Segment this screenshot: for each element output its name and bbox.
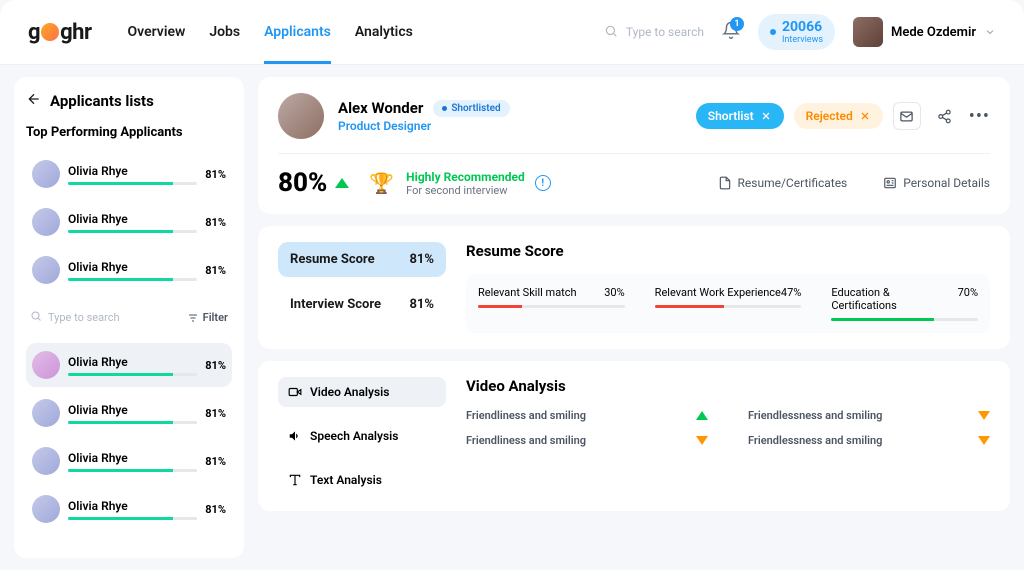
nav-applicants[interactable]: Applicants [264,18,331,46]
chevron-down-icon [984,23,996,42]
avatar [32,495,60,523]
interviews-badge[interactable]: 20066 Interviews [758,14,835,50]
email-button[interactable] [893,102,921,130]
avatar [32,447,60,475]
nav-jobs[interactable]: Jobs [209,18,240,46]
recommendation-title: Highly Recommended [406,170,525,184]
nav-overview[interactable]: Overview [128,18,186,46]
trend-up-icon [335,178,349,188]
applicant-row[interactable]: Olivia Rhye 81% [26,248,232,292]
avatar [32,208,60,236]
applicant-name: Alex Wonder [338,99,423,117]
info-icon[interactable]: ! [535,175,551,191]
applicant-avatar [278,93,324,139]
analysis-metric: Friendlessness and smiling [748,434,990,447]
trend-down-icon [978,411,990,420]
analysis-tab[interactable]: Text Analysis [278,465,446,495]
metric: Relevant Work Experience47% [655,286,802,321]
trophy-icon: 🏆 [369,171,394,195]
applicant-row[interactable]: Olivia Rhye 81% [26,439,232,483]
analysis-metric: Friendlessness and smiling [748,409,990,422]
share-button[interactable] [931,102,959,130]
overall-score: 80% [278,168,327,198]
search-placeholder: Type to search [626,25,704,39]
logo[interactable]: gghr [28,20,92,45]
trend-down-icon [696,436,708,445]
trend-up-icon [696,411,708,420]
personal-details-link[interactable]: Personal Details [883,176,990,190]
back-button[interactable] [26,91,42,111]
sidebar-title: Applicants lists [50,92,154,110]
applicant-role: Product Designer [338,119,510,133]
resume-section-title: Resume Score [466,242,990,260]
applicant-row[interactable]: Olivia Rhye 81% [26,200,232,244]
applicant-row[interactable]: Olivia Rhye 81% [26,152,232,196]
status-badge: Shortlisted [433,100,509,117]
more-button[interactable]: ••• [969,106,990,127]
search-icon [604,24,618,41]
user-menu[interactable]: Mede Ozdemir [853,17,996,47]
avatar [32,399,60,427]
avatar [32,351,60,379]
score-tab[interactable]: Interview Score81% [278,287,446,322]
trend-down-icon [978,436,990,445]
analysis-tab[interactable]: Video Analysis [278,377,446,407]
recommendation-sub: For second interview [406,184,525,197]
notifications-button[interactable]: 1 [722,21,740,44]
applicant-row[interactable]: Olivia Rhye 81% [26,391,232,435]
sidebar-subtitle: Top Performing Applicants [26,125,232,140]
avatar [32,256,60,284]
rejected-button[interactable]: Rejected [794,103,883,129]
analysis-tab[interactable]: Speech Analysis [278,421,446,451]
applicant-row[interactable]: Olivia Rhye 81% [26,487,232,531]
avatar [32,160,60,188]
metric: Education & Certifications70% [831,286,978,321]
avatar [853,17,883,47]
filter-button[interactable]: Filter [187,311,228,324]
score-tab[interactable]: Resume Score81% [278,242,446,277]
analysis-metric: Friendliness and smiling [466,434,708,447]
resume-link[interactable]: Resume/Certificates [718,176,848,190]
notification-count: 1 [730,17,744,31]
global-search[interactable]: Type to search [604,24,704,41]
shortlist-button[interactable]: Shortlist [696,103,784,129]
applicant-row[interactable]: Olivia Rhye 81% [26,343,232,387]
metric: Relevant Skill match30% [478,286,625,321]
search-icon [30,310,42,325]
analysis-metric: Friendliness and smiling [466,409,708,422]
sidebar-search[interactable]: Type to search [48,311,120,324]
nav-analytics[interactable]: Analytics [355,18,413,46]
video-section-title: Video Analysis [466,377,990,395]
